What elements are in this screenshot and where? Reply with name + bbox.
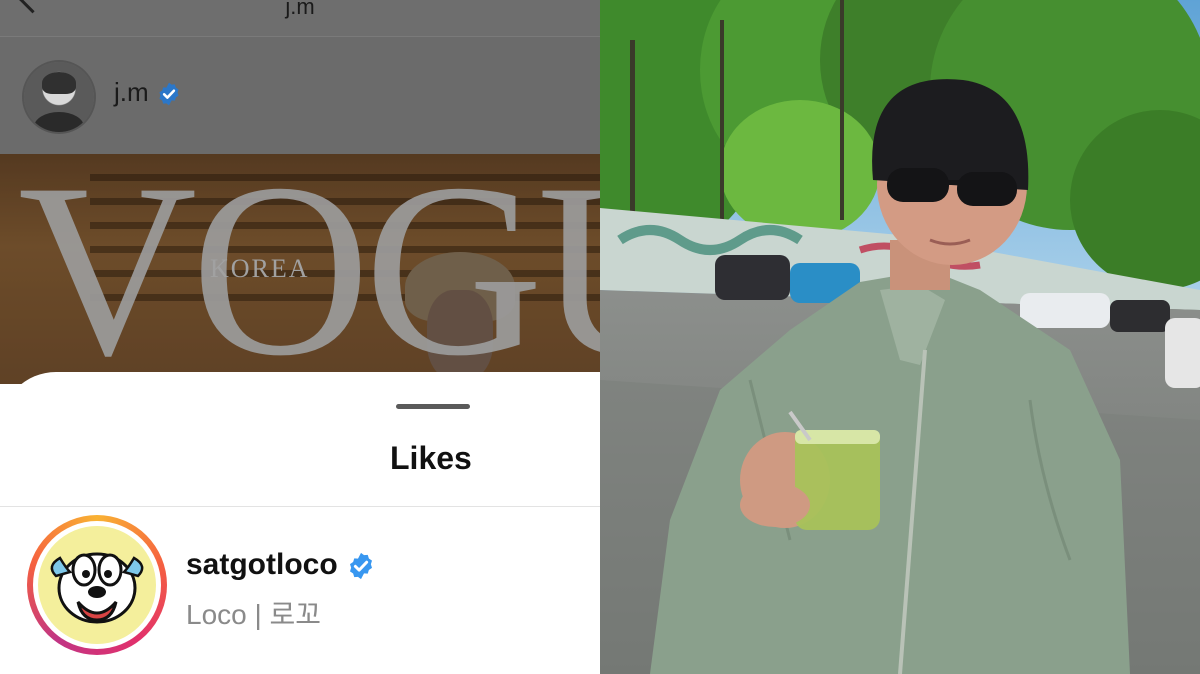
- liker-username[interactable]: satgotloco: [186, 548, 338, 581]
- sheet-title: Likes: [390, 440, 472, 476]
- author-name-row[interactable]: j.m: [114, 77, 182, 108]
- cartoon-mascot-icon: [50, 552, 144, 624]
- divider: [0, 506, 600, 507]
- liker-avatar[interactable]: [38, 526, 156, 644]
- liker-name-row[interactable]: satgotloco: [186, 548, 376, 582]
- photo-scene: [600, 0, 1200, 674]
- nav-title: j.m: [285, 0, 315, 19]
- verified-badge-icon: [159, 82, 179, 106]
- liker-display-name: Loco | 로꼬: [186, 599, 322, 630]
- story-ring[interactable]: [27, 515, 167, 655]
- post-header[interactable]: j.m: [0, 36, 600, 155]
- top-nav-bar: j.m: [0, 0, 600, 36]
- author-username[interactable]: j.m: [114, 77, 149, 107]
- post-image[interactable]: VOGUE KOREA: [0, 154, 600, 384]
- likes-sheet: Likes satgotloco Loco | 로꼬: [0, 372, 600, 674]
- verified-badge-icon: [350, 552, 373, 580]
- author-avatar[interactable]: [24, 62, 94, 132]
- outdoor-photo: [600, 0, 1200, 674]
- instagram-screenshot: j.m j.m VOGUE KOREA Likes: [0, 0, 600, 674]
- sheet-drag-handle[interactable]: [396, 404, 470, 409]
